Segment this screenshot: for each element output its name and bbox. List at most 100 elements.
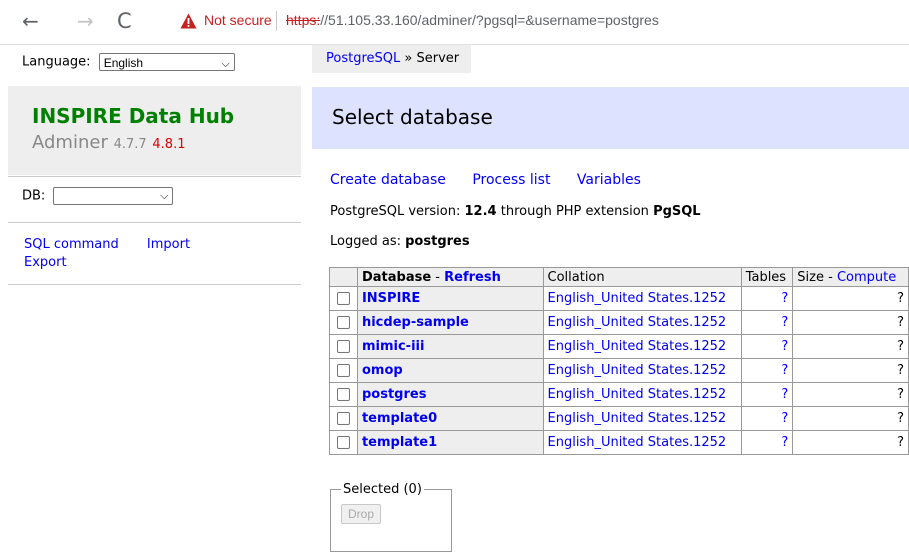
table-header-row: Database - Refresh Collation Tables Size…: [329, 267, 909, 287]
brand-panel: INSPIRE Data Hub Adminer 4.7.7 4.8.1: [8, 86, 301, 175]
database-link[interactable]: omop: [362, 363, 403, 378]
security-status[interactable]: Not secure: [204, 12, 272, 28]
chevron-down-icon: ⌵: [160, 189, 169, 202]
database-link[interactable]: template1: [362, 435, 437, 450]
url-divider: [276, 11, 277, 31]
database-link[interactable]: postgres: [362, 387, 426, 402]
selected-fieldset: Selected (0) Drop: [330, 482, 452, 552]
drop-button[interactable]: Drop: [341, 504, 382, 524]
size-value: ?: [897, 387, 904, 402]
database-link[interactable]: mimic-iii: [362, 339, 424, 354]
collation-cell: English_United States.1252: [542, 406, 742, 431]
language-select[interactable]: English ⌵: [98, 53, 235, 71]
version-prefix: PostgreSQL version:: [330, 204, 461, 219]
address-bar[interactable]: https://51.105.33.160/adminer/?pgsql=&us…: [286, 12, 659, 28]
db-label: DB:: [22, 188, 46, 204]
new-version-link[interactable]: 4.8.1: [152, 137, 185, 152]
collation-link[interactable]: English_United States.1252: [548, 387, 727, 402]
compute-link[interactable]: Compute: [837, 270, 896, 285]
reload-icon[interactable]: C: [117, 9, 132, 33]
app-name[interactable]: Adminer: [32, 132, 108, 153]
db-selector-row: DB: ⌵: [22, 187, 174, 205]
size-value: ?: [897, 363, 904, 378]
collation-cell: English_United States.1252: [542, 382, 742, 407]
database-name-cell: mimic-iii: [356, 334, 544, 359]
table-row: omop English_United States.1252 ? ?: [329, 358, 909, 383]
collation-link[interactable]: English_United States.1252: [548, 291, 727, 306]
table-row: postgres English_United States.1252 ? ?: [329, 382, 909, 407]
breadcrumb-separator: »: [404, 51, 413, 66]
row-checkbox-cell: [329, 358, 358, 383]
table-row: mimic-iii English_United States.1252 ? ?: [329, 334, 909, 359]
row-checkbox-cell: [329, 382, 358, 407]
row-checkbox[interactable]: [336, 388, 350, 401]
language-value: English: [103, 56, 144, 70]
row-checkbox[interactable]: [336, 340, 350, 353]
tables-count-link[interactable]: ?: [781, 315, 788, 330]
table-row: hicdep-sample English_United States.1252…: [329, 310, 909, 335]
table-row: template0 English_United States.1252 ? ?: [329, 406, 909, 431]
size-value: ?: [897, 411, 904, 426]
db-select[interactable]: ⌵: [53, 187, 174, 205]
size-cell: ?: [792, 358, 909, 383]
header-dash: -: [828, 269, 833, 285]
row-checkbox[interactable]: [336, 316, 350, 329]
sidebar-divider: [8, 176, 301, 177]
tables-cell: ?: [740, 358, 794, 383]
forward-icon[interactable]: →: [77, 9, 94, 33]
export-link[interactable]: Export: [24, 255, 67, 270]
version-mid: through PHP extension: [500, 204, 649, 219]
row-checkbox[interactable]: [336, 292, 350, 305]
collation-link[interactable]: English_United States.1252: [548, 339, 727, 354]
refresh-link[interactable]: Refresh: [444, 270, 501, 285]
tables-count-link[interactable]: ?: [781, 363, 788, 378]
database-table: Database - Refresh Collation Tables Size…: [329, 267, 909, 455]
tables-count-link[interactable]: ?: [781, 291, 788, 306]
collation-link[interactable]: English_United States.1252: [548, 315, 727, 330]
select-all-cell: [329, 267, 358, 287]
database-column-header: Database - Refresh: [356, 267, 544, 287]
size-value: ?: [897, 291, 904, 306]
row-checkbox-cell: [329, 286, 358, 311]
tables-count-link[interactable]: ?: [781, 411, 788, 426]
app-version-line: Adminer 4.7.7 4.8.1: [32, 132, 185, 153]
tables-count-link[interactable]: ?: [781, 339, 788, 354]
database-link[interactable]: hicdep-sample: [362, 315, 469, 330]
row-checkbox[interactable]: [336, 436, 350, 449]
row-checkbox[interactable]: [336, 364, 350, 377]
collation-column-header: Collation: [542, 267, 742, 287]
tables-count-link[interactable]: ?: [781, 435, 788, 450]
process-list-link[interactable]: Process list: [472, 172, 550, 188]
collation-link[interactable]: English_United States.1252: [548, 411, 727, 426]
tables-count-link[interactable]: ?: [781, 387, 788, 402]
database-link[interactable]: INSPIRE: [362, 291, 420, 306]
database-name-cell: omop: [356, 358, 544, 383]
variables-link[interactable]: Variables: [577, 172, 641, 188]
sidebar-divider: [8, 284, 301, 285]
size-cell: ?: [792, 310, 909, 335]
warning-icon[interactable]: [180, 13, 197, 29]
collation-cell: English_United States.1252: [542, 430, 742, 455]
size-value: ?: [897, 339, 904, 354]
url-scheme: https:: [286, 12, 321, 28]
size-column-header: Size - Compute: [792, 267, 909, 287]
database-name-cell: template1: [356, 430, 544, 455]
size-cell: ?: [792, 334, 909, 359]
language-row: Language: English ⌵: [22, 53, 235, 71]
collation-link[interactable]: English_United States.1252: [548, 363, 727, 378]
collation-link[interactable]: English_United States.1252: [548, 435, 727, 450]
database-link[interactable]: template0: [362, 411, 437, 426]
tables-column-header: Tables: [740, 267, 794, 287]
back-icon[interactable]: ←: [22, 9, 39, 33]
row-checkbox[interactable]: [336, 412, 350, 425]
header-dash: -: [435, 269, 440, 285]
import-link[interactable]: Import: [147, 237, 190, 252]
row-checkbox-cell: [329, 430, 358, 455]
collation-cell: English_United States.1252: [542, 286, 742, 311]
tables-cell: ?: [740, 382, 794, 407]
size-cell: ?: [792, 406, 909, 431]
sql-command-link[interactable]: SQL command: [24, 237, 119, 252]
size-value: ?: [897, 435, 904, 450]
create-database-link[interactable]: Create database: [330, 172, 446, 188]
breadcrumb-driver-link[interactable]: PostgreSQL: [326, 51, 400, 66]
